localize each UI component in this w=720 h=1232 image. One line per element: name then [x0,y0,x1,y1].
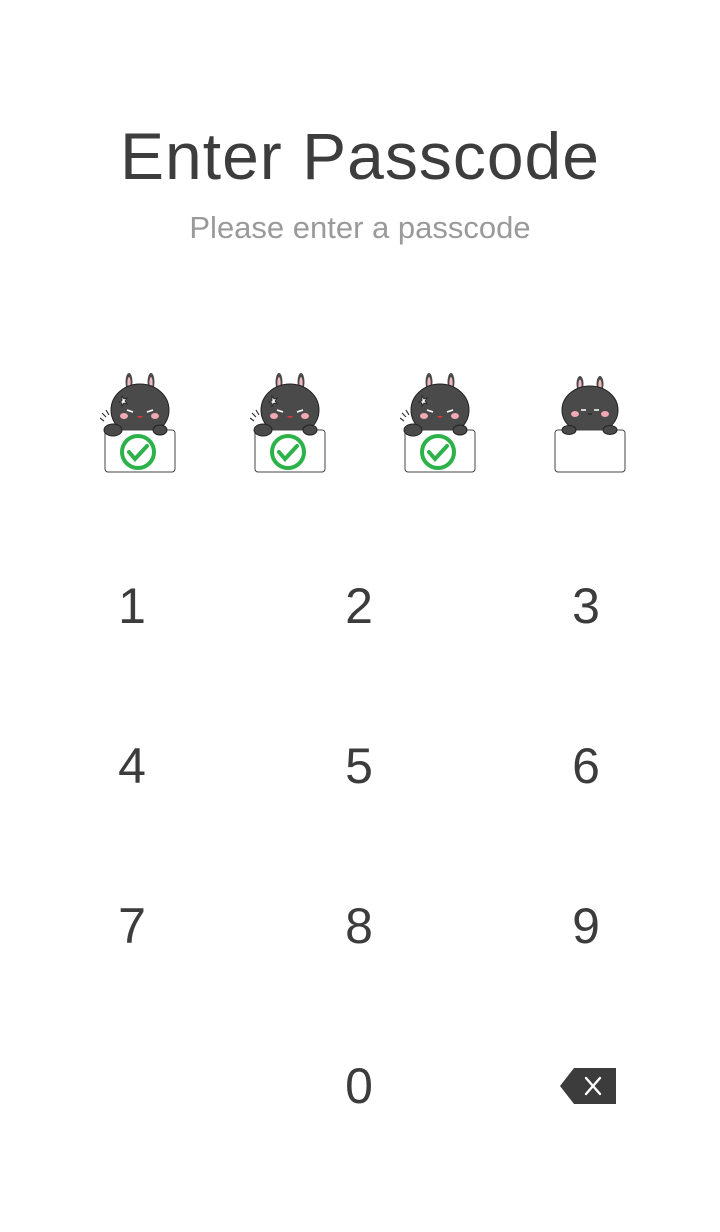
key-9[interactable]: 9 [486,866,686,986]
bunny-holding-blank-sign-icon [554,376,626,473]
passcode-dot-empty [550,368,630,478]
bunny-holding-check-sign-icon [400,373,476,473]
bunny-holding-check-sign-icon [250,373,326,473]
passcode-indicator [0,368,720,478]
key-3[interactable]: 3 [486,546,686,666]
key-6[interactable]: 6 [486,706,686,826]
passcode-dot-filled [400,368,480,478]
backspace-button[interactable] [488,1026,688,1146]
key-5[interactable]: 5 [259,706,459,826]
key-0[interactable]: 0 [259,1026,459,1146]
key-blank [32,1026,232,1146]
key-7[interactable]: 7 [32,866,232,986]
page-subtitle: Please enter a passcode [189,210,531,245]
bunny-holding-check-sign-icon [100,373,176,473]
key-1[interactable]: 1 [32,546,232,666]
key-8[interactable]: 8 [259,866,459,986]
passcode-dot-filled [100,368,180,478]
backspace-icon [560,1068,616,1104]
key-4[interactable]: 4 [32,706,232,826]
key-2[interactable]: 2 [259,546,459,666]
page-title: Enter Passcode [120,119,600,193]
passcode-dot-filled [250,368,330,478]
